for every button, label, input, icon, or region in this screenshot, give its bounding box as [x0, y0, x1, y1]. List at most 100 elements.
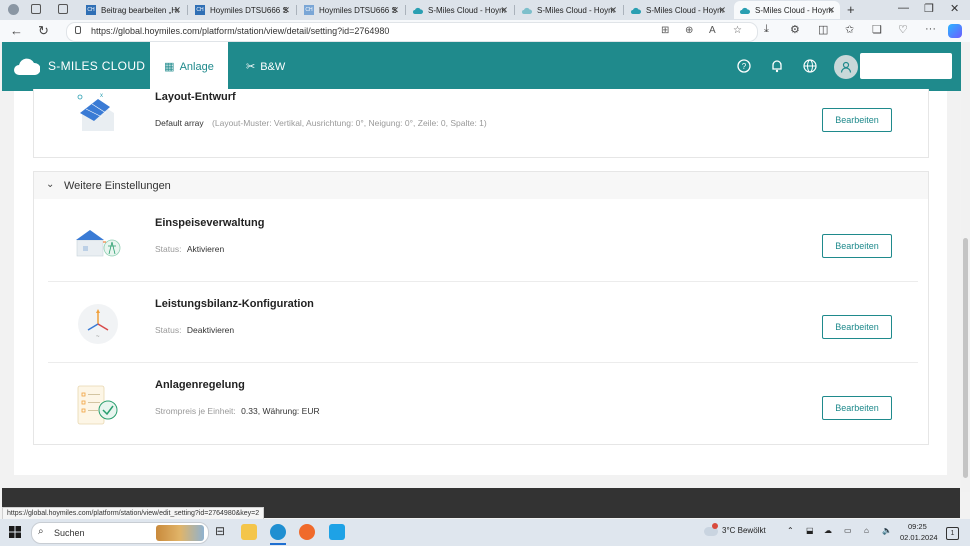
row-status-value: 0.33, Währung: EUR — [241, 406, 320, 416]
download-icon[interactable]: ⤓ — [764, 23, 769, 36]
extensions-icon[interactable]: ⚙ — [790, 23, 800, 36]
browser-tab-5[interactable]: S-Miles Cloud - Hoym ✕ — [625, 1, 731, 19]
row-divider — [48, 362, 918, 363]
edit-plant-control-button[interactable]: Bearbeiten — [822, 396, 892, 420]
row-status-label: Status — [155, 244, 180, 254]
windows-start-icon[interactable] — [9, 526, 21, 538]
notification-bell-icon[interactable] — [770, 59, 784, 73]
health-icon[interactable]: ♡ — [898, 23, 908, 36]
browser-tab-2[interactable]: CH Hoymiles DTSU666 Sm ✕ — [298, 1, 404, 19]
edge-browser-icon[interactable] — [270, 524, 286, 540]
row-status-label: Status — [155, 325, 180, 335]
tab-title: Hoymiles DTSU666 Sm — [210, 5, 288, 15]
back-icon[interactable]: ← — [10, 23, 23, 38]
tab-separator — [405, 5, 406, 15]
browser-tab-bar: CH Beitrag bearbeiten „Ho ✕ CH Hoymiles … — [0, 0, 970, 20]
profile-icon[interactable] — [8, 4, 19, 15]
nav-tab-bw[interactable]: ✂ B&W — [246, 42, 285, 91]
tab-title: S-Miles Cloud - Hoym — [755, 5, 833, 15]
taskbar-search-label: Suchen — [54, 528, 85, 538]
taskbar-search[interactable]: ⌕ Suchen — [31, 522, 209, 544]
tab-separator — [623, 5, 624, 15]
browser-tab-1[interactable]: CH Hoymiles DTSU666 Sm ✕ — [189, 1, 295, 19]
user-icon — [840, 61, 852, 73]
tray-app-icon[interactable]: ⬓ — [806, 526, 814, 535]
close-tab-icon[interactable]: ✕ — [718, 5, 726, 16]
help-icon[interactable]: ? — [737, 59, 751, 73]
app-available-icon[interactable]: ⊞ — [661, 25, 669, 36]
edit-layout-button[interactable]: Bearbeiten — [822, 108, 892, 132]
tab-separator — [296, 5, 297, 15]
chevron-down-icon: ⌄ — [46, 179, 55, 190]
volume-icon[interactable]: 🔈 — [882, 526, 892, 535]
url-field[interactable]: https://global.hoymiles.com/platform/sta… — [66, 22, 758, 42]
search-highlight-icon — [156, 525, 204, 541]
favorites-icon[interactable]: ✩ — [845, 23, 854, 36]
checklist-icon — [77, 385, 118, 425]
tray-cloud-icon[interactable]: ☁ — [824, 526, 832, 535]
maximize-icon[interactable]: ❐ — [924, 2, 934, 15]
close-tab-icon[interactable]: ✕ — [173, 5, 181, 16]
settings-panel: x Layout-Entwurf Default array (Layout-M… — [14, 89, 947, 475]
close-tab-icon[interactable]: ✕ — [391, 5, 399, 16]
refresh-icon[interactable]: ↻ — [38, 23, 49, 39]
close-tab-icon[interactable]: ✕ — [282, 5, 290, 16]
close-window-icon[interactable]: ✕ — [950, 2, 959, 15]
more-menu-icon[interactable]: ··· — [925, 23, 936, 35]
close-tab-icon[interactable]: ✕ — [500, 5, 508, 16]
lock-icon[interactable] — [75, 26, 81, 34]
app-header: S-MILES CLOUD ▦ Anlage ✂ B&W ? — [2, 42, 962, 91]
browser-tab-3[interactable]: S-Miles Cloud - Hoym ✕ — [407, 1, 513, 19]
edit-feed-in-button[interactable]: Bearbeiten — [822, 234, 892, 258]
nav-tab-label: Anlage — [179, 60, 214, 73]
skype-icon[interactable] — [329, 524, 345, 540]
split-screen-icon[interactable]: ◫ — [818, 23, 828, 36]
browser-tab-4[interactable]: S-Miles Cloud - Hoym ✕ — [516, 1, 622, 19]
svg-text:x: x — [100, 93, 103, 99]
cloud-favicon-icon — [631, 5, 641, 15]
firefox-icon[interactable] — [299, 524, 315, 540]
further-settings-header[interactable]: ⌄ Weitere Einstellungen — [33, 171, 929, 201]
address-bar: ← ↻ https://global.hoymiles.com/platform… — [0, 20, 970, 42]
row-status-value: Deaktivieren — [186, 325, 235, 335]
clock-time[interactable]: 09:25 — [908, 522, 927, 531]
ch-favicon-icon: CH — [86, 5, 96, 15]
close-tab-icon[interactable]: ✕ — [609, 5, 617, 16]
show-hidden-icons-icon[interactable]: ⌃ — [787, 526, 794, 535]
notification-center-icon[interactable]: 1 — [946, 527, 959, 540]
read-aloud-icon[interactable]: A — [709, 25, 716, 36]
page-scrollbar[interactable] — [961, 42, 970, 492]
layout-card: x Layout-Entwurf Default array (Layout-M… — [33, 89, 929, 158]
browser-tab-0[interactable]: CH Beitrag bearbeiten „Ho ✕ — [80, 1, 186, 19]
file-explorer-icon[interactable] — [241, 524, 257, 540]
brand-name: S-MILES CLOUD — [48, 59, 146, 73]
network-icon[interactable]: ⌂ — [864, 526, 869, 535]
clock-date[interactable]: 02.01.2024 — [900, 533, 938, 542]
row-title: Einspeiseverwaltung — [155, 217, 265, 229]
user-menu[interactable] — [860, 53, 952, 79]
power-balance-icon: ~ — [78, 304, 118, 344]
weather-alert-badge — [712, 523, 718, 529]
browser-tab-6[interactable]: S-Miles Cloud - Hoym ✕ — [734, 1, 840, 19]
task-view-icon[interactable]: ⊟ — [212, 524, 228, 540]
url-text: https://global.hoymiles.com/platform/sta… — [91, 26, 390, 36]
zoom-icon[interactable]: ⊕ — [685, 25, 693, 36]
language-globe-icon[interactable] — [803, 59, 817, 73]
scrollbar-thumb[interactable] — [963, 238, 968, 478]
row-status: Status: Aktivieren — [155, 244, 225, 254]
collections-icon[interactable]: ❏ — [872, 23, 882, 36]
favorite-star-icon[interactable]: ☆ — [733, 25, 742, 36]
edit-power-balance-button[interactable]: Bearbeiten — [822, 315, 892, 339]
user-avatar[interactable] — [834, 55, 858, 79]
weather-text[interactable]: 3°C Bewölkt — [722, 526, 766, 535]
brand-logo[interactable]: S-MILES CLOUD — [14, 55, 145, 77]
close-tab-icon[interactable]: ✕ — [827, 5, 835, 16]
layout-array-name: Default array — [155, 118, 204, 128]
battery-icon[interactable]: ▭ — [844, 526, 852, 535]
nav-tab-anlage[interactable]: ▦ Anlage — [150, 42, 228, 91]
workspaces-icon[interactable] — [31, 4, 41, 14]
copilot-icon[interactable] — [948, 24, 962, 38]
new-tab-icon[interactable]: + — [847, 2, 855, 17]
minimize-icon[interactable]: — — [898, 2, 909, 14]
tab-actions-icon[interactable] — [58, 4, 68, 14]
